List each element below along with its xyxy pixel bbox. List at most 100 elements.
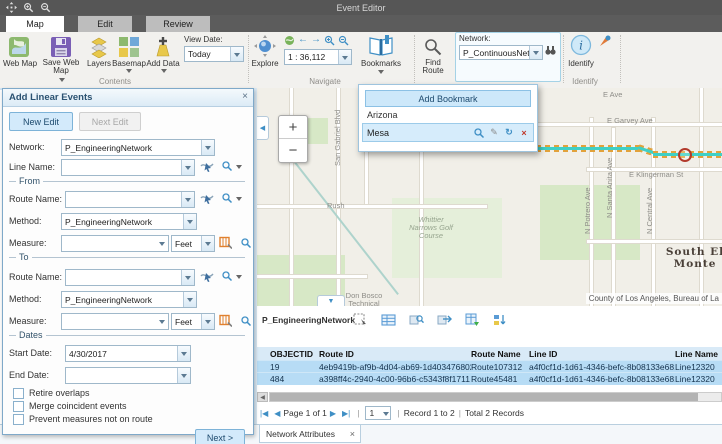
bookmarks-caret-icon[interactable]	[378, 70, 384, 77]
prevent-measures-checkbox[interactable]	[13, 414, 24, 425]
tab-map[interactable]: Map	[6, 16, 64, 32]
line-name-select[interactable]	[61, 159, 195, 176]
network-caret-icon[interactable]	[529, 46, 542, 59]
identify-icon[interactable]: i	[570, 34, 592, 56]
from-route-name-select[interactable]	[65, 191, 195, 208]
web-map-icon[interactable]	[8, 36, 30, 58]
table-row[interactable]: 484 a398ff4c-2940-4c00-96b6-c5343f8f1711…	[257, 372, 722, 385]
merge-coincident-checkbox[interactable]	[13, 401, 24, 412]
tab-review[interactable]: Review	[146, 16, 210, 32]
to-measure-caret-icon[interactable]	[156, 314, 168, 329]
pan-to-selected-icon[interactable]	[437, 313, 452, 327]
bookmark-item-arizona[interactable]: Arizona	[367, 110, 398, 120]
scroll-left-arrow-icon[interactable]: ◀	[257, 392, 268, 402]
full-extent-icon[interactable]	[284, 35, 295, 46]
explore-icon[interactable]	[254, 35, 276, 57]
map-zoom-out-button[interactable]: −	[279, 139, 307, 161]
next-edit-button[interactable]: Next Edit	[79, 112, 141, 131]
to-unit-select[interactable]: Feet	[171, 313, 215, 330]
end-date-caret-icon[interactable]	[177, 368, 190, 383]
bookmark-zoom-icon[interactable]	[473, 127, 485, 139]
to-select-route-on-map-icon[interactable]	[199, 269, 215, 283]
zoom-in-tool-icon[interactable]	[324, 35, 335, 46]
select-line-on-map-icon[interactable]	[199, 159, 215, 173]
attribute-set-icon[interactable]	[465, 313, 480, 327]
column-header-line-name[interactable]: Line Name	[675, 349, 722, 359]
panel-network-select[interactable]: P_EngineeringNetwork	[61, 139, 215, 156]
map-zoom-in-button[interactable]: +	[279, 116, 307, 139]
from-unit-caret-icon[interactable]	[201, 236, 214, 251]
map-scale-caret-icon[interactable]	[338, 50, 351, 64]
from-measure-caret-icon[interactable]	[156, 236, 168, 251]
collapse-table-arrow[interactable]: ▼	[317, 295, 345, 306]
next-extent-icon[interactable]: →	[311, 34, 322, 45]
to-unit-caret-icon[interactable]	[201, 314, 214, 329]
to-route-caret-icon[interactable]	[181, 270, 194, 285]
scrollbar-thumb[interactable]	[270, 393, 698, 401]
column-header-objectid[interactable]: OBJECTID	[257, 349, 319, 359]
view-date-select[interactable]: Today	[184, 46, 244, 62]
save-web-map-button[interactable]: Save Web Map	[42, 59, 80, 75]
line-name-caret-icon[interactable]	[181, 160, 194, 175]
to-route-zoom-icon[interactable]	[221, 269, 233, 283]
bookmark-delete-icon[interactable]: ×	[518, 127, 530, 139]
find-route-icon[interactable]	[424, 38, 442, 56]
from-method-caret-icon[interactable]	[183, 214, 196, 229]
line-zoom-icon[interactable]	[221, 159, 233, 173]
next-page-icon[interactable]: ▶	[330, 409, 336, 418]
add-data-button[interactable]: Add Data	[144, 59, 182, 68]
basemap-icon[interactable]	[118, 36, 140, 58]
prev-page-icon[interactable]: ◀	[274, 409, 280, 418]
from-select-route-on-map-icon[interactable]	[199, 191, 215, 205]
bookmarks-button[interactable]: Bookmarks	[356, 59, 406, 68]
column-header-route-name[interactable]: Route Name	[471, 349, 529, 359]
page-select[interactable]: 1	[365, 406, 391, 420]
tab-close-icon[interactable]: ×	[350, 429, 355, 439]
from-route-zoom-caret-icon[interactable]	[236, 197, 242, 204]
table-icon[interactable]	[381, 313, 396, 327]
tab-edit[interactable]: Edit	[78, 16, 132, 32]
bookmark-edit-icon[interactable]: ✎	[488, 127, 500, 139]
column-header-line-id[interactable]: Line ID	[529, 349, 675, 359]
find-route-button-line2[interactable]: Route	[416, 66, 450, 75]
table-horizontal-scrollbar[interactable]: ◀	[257, 392, 722, 402]
to-measure-picker-icon[interactable]	[219, 313, 232, 327]
to-route-name-select[interactable]	[65, 269, 195, 286]
from-unit-select[interactable]: Feet	[171, 235, 215, 252]
first-page-icon[interactable]: |◀	[260, 409, 268, 418]
panel-network-caret-icon[interactable]	[201, 140, 214, 155]
zoom-out-tool-icon[interactable]	[338, 35, 349, 46]
prev-extent-icon[interactable]: ←	[298, 34, 309, 45]
panel-close-icon[interactable]: ×	[242, 91, 248, 102]
add-data-caret-icon[interactable]	[161, 69, 167, 76]
end-date-input[interactable]	[65, 367, 191, 384]
identify-route-icon[interactable]	[598, 35, 612, 48]
basemap-caret-icon[interactable]	[126, 69, 132, 76]
next-button[interactable]: Next >	[195, 429, 245, 444]
add-bookmark-button[interactable]: Add Bookmark	[365, 90, 531, 107]
collapse-panel-arrow[interactable]: ◀	[257, 116, 269, 140]
from-route-caret-icon[interactable]	[181, 192, 194, 207]
from-route-zoom-icon[interactable]	[221, 191, 233, 205]
web-map-button[interactable]: Web Map	[0, 59, 40, 68]
view-date-caret-icon[interactable]	[230, 47, 243, 61]
to-method-select[interactable]: P_EngineeringNetwork	[61, 291, 197, 308]
page-select-caret-icon[interactable]	[383, 412, 389, 419]
search-routes-icon[interactable]	[544, 44, 557, 57]
layers-icon[interactable]	[88, 36, 110, 58]
save-web-map-icon[interactable]	[50, 36, 72, 58]
to-measure-zoom-icon[interactable]	[240, 314, 252, 328]
select-records-icon[interactable]	[353, 313, 368, 327]
to-method-caret-icon[interactable]	[183, 292, 196, 307]
network-select[interactable]: P_ContinuousNetwork	[459, 45, 543, 60]
from-measure-input[interactable]	[61, 235, 169, 252]
zoom-to-selected-icon[interactable]	[409, 313, 424, 327]
new-edit-button[interactable]: New Edit	[9, 112, 73, 131]
start-date-input[interactable]: 4/30/2017	[65, 345, 191, 362]
to-measure-input[interactable]	[61, 313, 169, 330]
retire-overlaps-checkbox[interactable]	[13, 388, 24, 399]
map-scale-select[interactable]: 1 : 36,112	[284, 49, 352, 65]
identify-button[interactable]: Identify	[566, 59, 596, 68]
bookmarks-icon[interactable]	[368, 34, 394, 58]
to-route-zoom-caret-icon[interactable]	[236, 275, 242, 282]
